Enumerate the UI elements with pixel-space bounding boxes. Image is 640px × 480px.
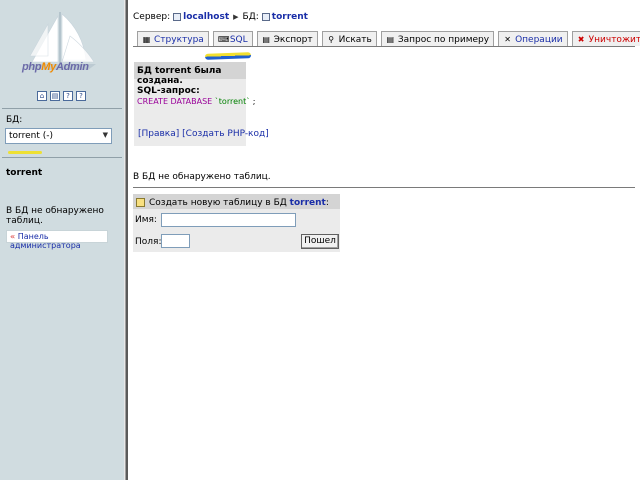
logo-admin: Admin (55, 61, 89, 73)
table-name-label: Имя: (135, 215, 157, 225)
drop-icon: ✖ (577, 35, 585, 44)
tab-label: SQL (229, 34, 248, 45)
create-table-colon: : (325, 197, 329, 208)
admin-panel-label: Панель администратора (10, 232, 81, 250)
sql-query-label: SQL-запрос: (137, 86, 200, 96)
db-link[interactable]: torrent (272, 12, 308, 22)
edit-link[interactable]: [Правка] (138, 129, 179, 139)
tools-icon: ✕ (504, 35, 511, 44)
navigation-frame: phpMyAdmin ⌂ ▤ ? ? БД: torrent (-) ▼ tor… (0, 0, 124, 480)
home-icon[interactable]: ⌂ (37, 91, 47, 101)
tab-search[interactable]: ⚲ Искать (321, 31, 377, 46)
query-window-icon[interactable]: ▤ (50, 91, 60, 101)
chevron-down-icon[interactable]: ▼ (103, 131, 108, 139)
tab-query[interactable]: ▤ Запрос по примеру (380, 31, 495, 46)
logo-my: My (41, 61, 56, 73)
frame-divider[interactable] (124, 0, 128, 480)
divider (133, 187, 635, 188)
tab-label: Операции (515, 34, 563, 45)
sql-docs-icon[interactable]: ? (76, 91, 86, 101)
db-select[interactable]: torrent (-) ▼ (5, 128, 112, 144)
create-table-db: torrent (289, 197, 326, 208)
create-table-header: Создать новую таблицу в БД torrent: (133, 194, 340, 209)
tab-label: Искать (338, 34, 372, 45)
create-php-link[interactable]: [Создать PHP-код] (182, 129, 269, 139)
query-icon: ▤ (386, 35, 395, 44)
database-icon (261, 13, 270, 21)
db-label: БД: (242, 12, 259, 22)
highlight-annotation (8, 151, 42, 154)
message-title: БД torrent была создана. (134, 62, 246, 86)
breadcrumb: Сервер: localhost ▶ БД: torrent (133, 12, 308, 22)
server-link[interactable]: localhost (183, 12, 229, 22)
double-arrow-icon: « (10, 232, 16, 241)
tab-structure[interactable]: ▦ Структура (137, 31, 209, 46)
search-icon: ⚲ (328, 35, 335, 44)
sql-value: `torrent` (214, 97, 251, 106)
tab-bar: ▦ Структура ⌨ SQL ▤ Экспорт ⚲ Искать ▤ Запрос… (137, 31, 640, 46)
tab-sql[interactable]: ⌨ SQL (212, 31, 253, 46)
triangle-right-icon: ▶ (233, 13, 239, 21)
table-name-input[interactable] (161, 213, 296, 227)
sql-icon: ⌨ (217, 35, 230, 44)
fields-count-input[interactable] (161, 234, 190, 248)
db-select-label: БД: (6, 115, 23, 125)
structure-icon: ▦ (142, 35, 151, 44)
db-select-value: torrent (-) (9, 131, 53, 141)
no-tables-message: В БД не обнаружено таблиц. (6, 206, 104, 226)
tab-label: Запрос по примеру (397, 34, 490, 45)
admin-panel-link[interactable]: « Панель администратора (6, 230, 108, 250)
divider (2, 157, 122, 158)
create-table-form: Создать новую таблицу в БД torrent: Имя:… (133, 194, 340, 252)
go-button[interactable]: Пошел (301, 234, 339, 249)
fields-count-label: Поля: (135, 237, 162, 247)
current-db-name[interactable]: torrent (6, 168, 42, 178)
logo-php: php (22, 61, 42, 73)
tab-drop[interactable]: ✖Уничтожить (571, 31, 640, 46)
tab-operations[interactable]: ✕ Операции (498, 31, 568, 46)
message-links: [Правка] [Создать PHP-код] (138, 129, 269, 139)
logo-wordmark[interactable]: phpMyAdmin (22, 61, 89, 73)
tab-label: Экспорт (273, 34, 313, 45)
sql-end: ; (250, 97, 256, 106)
quick-icons: ⌂ ▤ ? ? (37, 91, 86, 101)
divider (2, 108, 122, 109)
server-label: Сервер: (133, 12, 171, 22)
tab-export[interactable]: ▤ Экспорт (256, 31, 318, 46)
tab-label: Уничтожить (588, 34, 640, 45)
success-message: БД torrent была создана. SQL-запрос: CRE… (134, 62, 269, 146)
sql-query-text: CREATE DATABASE `torrent` ; (137, 97, 255, 106)
export-icon: ▤ (262, 35, 270, 44)
sql-keyword: CREATE DATABASE (137, 97, 213, 106)
docs-icon[interactable]: ? (63, 91, 73, 101)
divider (133, 46, 635, 47)
no-tables-message: В БД не обнаружено таблиц. (133, 172, 271, 182)
create-table-title: Создать новую таблицу в БД (149, 197, 287, 208)
highlight-annotation (204, 52, 252, 60)
new-table-icon (136, 198, 145, 207)
tab-label: Структура (154, 34, 204, 45)
server-icon (173, 13, 182, 21)
